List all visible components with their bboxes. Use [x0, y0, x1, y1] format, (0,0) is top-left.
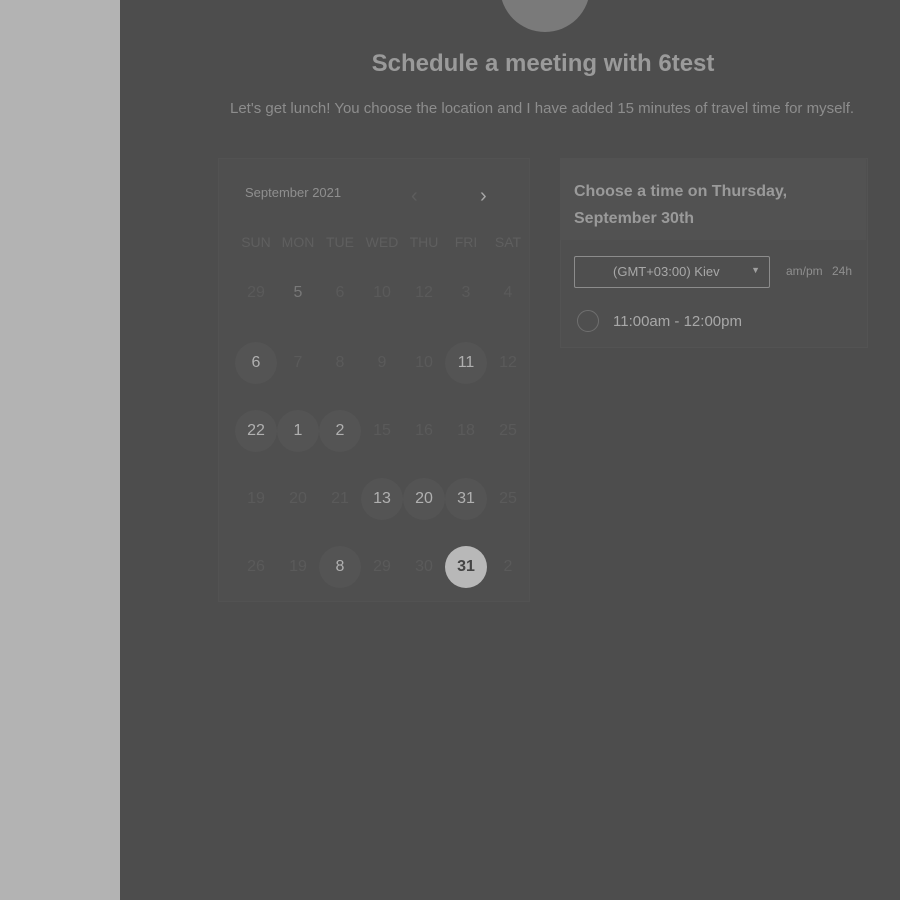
weekday-wed: WED	[365, 234, 399, 250]
calendar-day: 19	[247, 490, 265, 507]
chevron-left-icon[interactable]: ‹	[411, 186, 418, 206]
calendar-day-selected[interactable]: 31	[445, 546, 487, 588]
page-title: Schedule a meeting with 6test	[371, 50, 715, 77]
calendar-day: 12	[499, 354, 517, 371]
calendar-day: 21	[331, 490, 349, 507]
calendar-day: 9	[377, 354, 387, 371]
side-pane	[0, 0, 120, 900]
calendar-day[interactable]: 6	[235, 342, 277, 384]
meeting-description: Let's get lunch! You choose the location…	[230, 100, 855, 117]
avatar	[500, 0, 590, 32]
calendar-day: 7	[293, 354, 303, 371]
weekday-sat: SAT	[494, 234, 522, 250]
weekday-fri: FRI	[454, 234, 478, 250]
time-slot-radio[interactable]	[577, 310, 599, 332]
chevron-right-icon[interactable]: ›	[480, 186, 487, 206]
calendar-day: 6	[335, 284, 345, 301]
calendar-day: 12	[415, 284, 433, 301]
calendar-day: 10	[415, 354, 433, 371]
calendar-day[interactable]: 1	[277, 410, 319, 452]
calendar-day: 25	[499, 490, 517, 507]
time-slot-label[interactable]: 11:00am - 12:00pm	[613, 313, 742, 330]
weekday-sun: SUN	[241, 234, 271, 250]
weekday-mon: MON	[281, 234, 315, 250]
calendar-day: 8	[335, 354, 345, 371]
timezone-value: (GMT+03:00) Kiev	[613, 264, 720, 279]
calendar-day: 18	[457, 422, 475, 439]
calendar-day: 10	[373, 284, 391, 301]
calendar-day: 2	[503, 558, 513, 575]
weekday-thu: THU	[409, 234, 439, 250]
calendar-day[interactable]: 31	[445, 478, 487, 520]
calendar-day: 20	[289, 490, 307, 507]
calendar-day: 15	[373, 422, 391, 439]
calendar-day[interactable]: 8	[319, 546, 361, 588]
calendar-day: 30	[415, 558, 433, 575]
calendar-day: 19	[289, 558, 307, 575]
calendar-day: 3	[461, 284, 471, 301]
calendar-day: 25	[499, 422, 517, 439]
caret-down-icon: ▼	[751, 265, 760, 275]
calendar-day: 29	[373, 558, 391, 575]
weekday-tue: TUE	[326, 234, 354, 250]
timezone-select[interactable]: (GMT+03:00) Kiev ▼	[574, 256, 770, 288]
calendar-day: 16	[415, 422, 433, 439]
calendar-day: 4	[503, 284, 513, 301]
calendar-day: 26	[247, 558, 265, 575]
calendar-day: 5	[293, 284, 303, 301]
calendar-day[interactable]: 2	[319, 410, 361, 452]
month-label: September 2021	[245, 185, 342, 200]
calendar-day[interactable]: 13	[361, 478, 403, 520]
format-ampm-toggle[interactable]: am/pm	[786, 264, 823, 278]
calendar-day: 29	[247, 284, 265, 301]
calendar-day[interactable]: 11	[445, 342, 487, 384]
time-panel-title: Choose a time on Thursday, September 30t…	[574, 183, 788, 227]
calendar-day[interactable]: 22	[235, 410, 277, 452]
format-24h-toggle[interactable]: 24h	[832, 264, 852, 278]
calendar-day[interactable]: 20	[403, 478, 445, 520]
